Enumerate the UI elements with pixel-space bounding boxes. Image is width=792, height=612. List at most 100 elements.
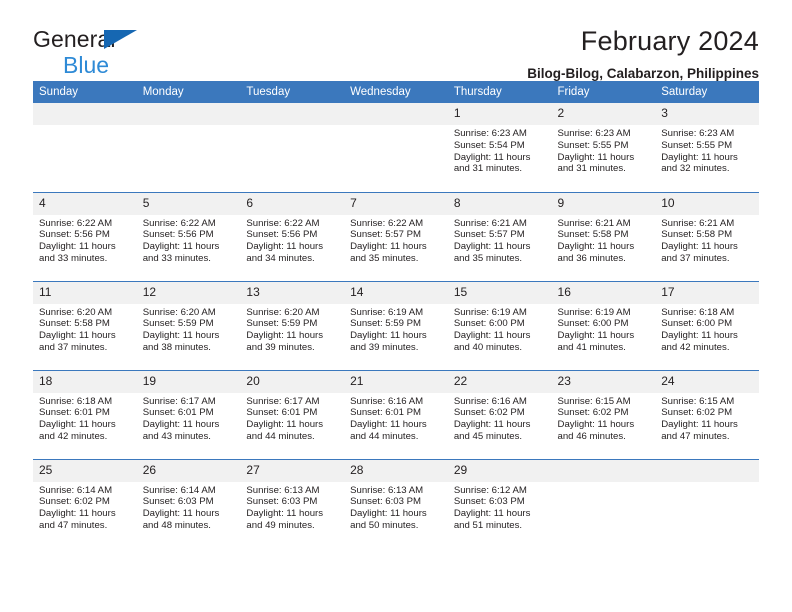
daylight-text-line2: and 47 minutes. (39, 519, 108, 531)
calendar-day-cell[interactable]: 12 Sunrise: 6:20 AM Sunset: 5:59 PM Dayligh… (136, 280, 241, 370)
daylight-text-line1: Daylight: 11 hours (661, 241, 738, 253)
sunrise-text: Sunrise: 6:18 AM (661, 306, 735, 318)
daylight-text-line2: and 38 minutes. (142, 341, 211, 353)
weekday-header-friday: Friday (551, 81, 656, 103)
day-number: 6 (240, 192, 345, 215)
day-details (655, 482, 759, 485)
daylight-text-line2: and 45 minutes. (453, 430, 523, 442)
calendar-day-cell[interactable]: 16 Sunrise: 6:19 AM Sunset: 6:00 PM Dayligh… (551, 280, 656, 370)
calendar-day-cell[interactable]: 1 Sunrise: 6:23 AM Sunset: 5:54 PM Daylight… (447, 103, 552, 192)
calendar-day-cell[interactable]: 8 Sunrise: 6:21 AM Sunset: 5:57 PM Daylight… (447, 191, 552, 281)
calendar-day-cell[interactable]: 28 Sunrise: 6:13 AM Sunset: 6:03 PM Dayligh… (344, 458, 448, 548)
sunrise-text: Sunrise: 6:19 AM (453, 306, 527, 318)
calendar-day-cell[interactable]: 10 Sunrise: 6:21 AM Sunset: 5:58 PM Dayligh… (655, 191, 759, 281)
day-details: Sunrise: 6:23 AM Sunset: 5:55 PM Daylight:… (655, 125, 759, 175)
daylight-text-line1: Daylight: 11 hours (350, 241, 427, 253)
day-details: Sunrise: 6:22 AM Sunset: 5:56 PM Daylight:… (137, 215, 241, 265)
calendar-day-cell[interactable]: 25 Sunrise: 6:14 AM Sunset: 6:02 PM Dayligh… (33, 458, 137, 548)
calendar-day-cell[interactable] (240, 103, 345, 192)
day-details: Sunrise: 6:20 AM Sunset: 5:59 PM Daylight:… (137, 304, 241, 354)
calendar-day-cell[interactable] (655, 458, 759, 548)
day-cell-inner (551, 459, 656, 549)
day-details: Sunrise: 6:19 AM Sunset: 5:59 PM Daylight:… (344, 304, 448, 354)
sunrise-text: Sunrise: 6:12 AM (453, 484, 527, 496)
calendar-day-cell[interactable]: 4 Sunrise: 6:22 AM Sunset: 5:56 PM Daylight… (33, 191, 137, 281)
day-cell-inner: 12 Sunrise: 6:20 AM Sunset: 5:59 PM Dayligh… (136, 281, 241, 370)
day-cell-inner: 20 Sunrise: 6:17 AM Sunset: 6:01 PM Dayligh… (240, 370, 345, 459)
calendar-day-cell[interactable]: 14 Sunrise: 6:19 AM Sunset: 5:59 PM Dayligh… (344, 280, 448, 370)
calendar-day-cell[interactable] (136, 103, 241, 192)
calendar-day-cell[interactable]: 15 Sunrise: 6:19 AM Sunset: 6:00 PM Dayligh… (447, 280, 552, 370)
daylight-text-line1: Daylight: 11 hours (39, 241, 116, 253)
calendar-day-cell[interactable]: 7 Sunrise: 6:22 AM Sunset: 5:57 PM Daylight… (344, 191, 448, 281)
weekday-header-saturday: Saturday (655, 81, 759, 103)
day-details: Sunrise: 6:17 AM Sunset: 6:01 PM Daylight:… (240, 393, 344, 443)
sunset-text: Sunset: 6:00 PM (557, 318, 629, 330)
calendar-day-cell[interactable]: 22 Sunrise: 6:16 AM Sunset: 6:02 PM Dayligh… (447, 369, 552, 459)
day-number: 25 (33, 459, 137, 482)
sunrise-text: Sunrise: 6:16 AM (453, 395, 527, 407)
calendar-day-cell[interactable]: 17 Sunrise: 6:18 AM Sunset: 6:00 PM Dayligh… (655, 280, 759, 370)
calendar-day-cell[interactable]: 9 Sunrise: 6:21 AM Sunset: 5:58 PM Daylight… (551, 191, 656, 281)
daylight-text-line2: and 34 minutes. (246, 252, 315, 264)
day-number (551, 459, 656, 482)
daylight-text-line1: Daylight: 11 hours (350, 330, 427, 342)
calendar-day-cell[interactable]: 27 Sunrise: 6:13 AM Sunset: 6:03 PM Dayligh… (240, 458, 345, 548)
daylight-text-line2: and 51 minutes. (453, 519, 523, 531)
sunset-text: Sunset: 5:57 PM (350, 229, 422, 241)
sunset-text: Sunset: 5:59 PM (142, 318, 214, 330)
calendar-day-cell[interactable]: 24 Sunrise: 6:15 AM Sunset: 6:02 PM Dayligh… (655, 369, 759, 459)
daylight-text-line1: Daylight: 11 hours (39, 419, 116, 431)
calendar-day-cell[interactable]: 5 Sunrise: 6:22 AM Sunset: 5:56 PM Daylight… (136, 191, 241, 281)
daylight-text-line1: Daylight: 11 hours (142, 330, 220, 342)
sunrise-text: Sunrise: 6:19 AM (350, 306, 424, 318)
day-number: 20 (240, 370, 345, 393)
calendar-day-cell[interactable]: 29 Sunrise: 6:12 AM Sunset: 6:03 PM Dayligh… (447, 458, 552, 548)
calendar-day-cell[interactable]: 23 Sunrise: 6:15 AM Sunset: 6:02 PM Dayligh… (551, 369, 656, 459)
sunrise-text: Sunrise: 6:16 AM (350, 395, 424, 407)
calendar-day-cell[interactable]: 18 Sunrise: 6:18 AM Sunset: 6:01 PM Dayligh… (33, 369, 137, 459)
day-details: Sunrise: 6:17 AM Sunset: 6:01 PM Daylight:… (137, 393, 241, 443)
day-cell-inner: 23 Sunrise: 6:15 AM Sunset: 6:02 PM Dayligh… (551, 370, 656, 459)
daylight-text-line2: and 37 minutes. (661, 252, 730, 264)
day-details: Sunrise: 6:21 AM Sunset: 5:58 PM Daylight:… (655, 215, 759, 265)
weekday-header-tuesday: Tuesday (240, 81, 345, 103)
calendar-day-cell[interactable] (33, 103, 137, 192)
daylight-text-line2: and 35 minutes. (453, 252, 523, 264)
day-details: Sunrise: 6:13 AM Sunset: 6:03 PM Daylight:… (344, 482, 448, 532)
calendar-week-row: 18 Sunrise: 6:18 AM Sunset: 6:01 PM Dayligh… (33, 369, 759, 459)
calendar-day-cell[interactable]: 11 Sunrise: 6:20 AM Sunset: 5:58 PM Dayligh… (33, 280, 137, 370)
weekday-header-sunday: Sunday (33, 81, 137, 103)
sunset-text: Sunset: 5:58 PM (661, 229, 733, 241)
daylight-text-line1: Daylight: 11 hours (350, 508, 427, 520)
calendar-day-cell[interactable]: 2 Sunrise: 6:23 AM Sunset: 5:55 PM Daylight… (551, 103, 656, 192)
day-details: Sunrise: 6:15 AM Sunset: 6:02 PM Daylight:… (552, 393, 656, 443)
sunrise-text: Sunrise: 6:15 AM (557, 395, 631, 407)
daylight-text-line1: Daylight: 11 hours (142, 419, 220, 431)
day-number: 22 (447, 370, 552, 393)
calendar-day-cell[interactable]: 26 Sunrise: 6:14 AM Sunset: 6:03 PM Dayligh… (136, 458, 241, 548)
calendar-day-cell[interactable]: 21 Sunrise: 6:16 AM Sunset: 6:01 PM Dayligh… (344, 369, 448, 459)
calendar-day-cell[interactable] (551, 458, 656, 549)
sunset-text: Sunset: 5:57 PM (453, 229, 525, 241)
day-details: Sunrise: 6:20 AM Sunset: 5:59 PM Daylight:… (240, 304, 344, 354)
sunset-text: Sunset: 5:54 PM (453, 139, 525, 151)
day-cell-inner: 1 Sunrise: 6:23 AM Sunset: 5:54 PM Daylight… (447, 103, 552, 192)
calendar-day-cell[interactable]: 3 Sunrise: 6:23 AM Sunset: 5:55 PM Daylight… (655, 103, 759, 192)
day-number (240, 103, 345, 125)
sunrise-text: Sunrise: 6:19 AM (557, 306, 631, 318)
daylight-text-line2: and 42 minutes. (661, 341, 730, 353)
calendar-day-cell[interactable] (344, 103, 448, 192)
calendar-day-cell[interactable]: 6 Sunrise: 6:22 AM Sunset: 5:56 PM Daylight… (240, 191, 345, 281)
calendar-week-row: 11 Sunrise: 6:20 AM Sunset: 5:58 PM Dayligh… (33, 280, 759, 370)
calendar-day-cell[interactable]: 20 Sunrise: 6:17 AM Sunset: 6:01 PM Dayligh… (240, 369, 345, 459)
day-details: Sunrise: 6:22 AM Sunset: 5:56 PM Daylight:… (33, 215, 137, 265)
calendar-day-cell[interactable]: 13 Sunrise: 6:20 AM Sunset: 5:59 PM Dayligh… (240, 280, 345, 370)
sunrise-text: Sunrise: 6:23 AM (557, 128, 631, 139)
daylight-text-line1: Daylight: 11 hours (453, 508, 531, 520)
sunset-text: Sunset: 5:56 PM (142, 229, 214, 241)
daylight-text-line2: and 42 minutes. (39, 430, 108, 442)
calendar-day-cell[interactable]: 19 Sunrise: 6:17 AM Sunset: 6:01 PM Dayligh… (136, 369, 241, 459)
brand-logo[interactable]: General Blue (33, 28, 263, 77)
calendar-page: General Blue February 2024 Bilog-Bilog, … (0, 0, 792, 612)
